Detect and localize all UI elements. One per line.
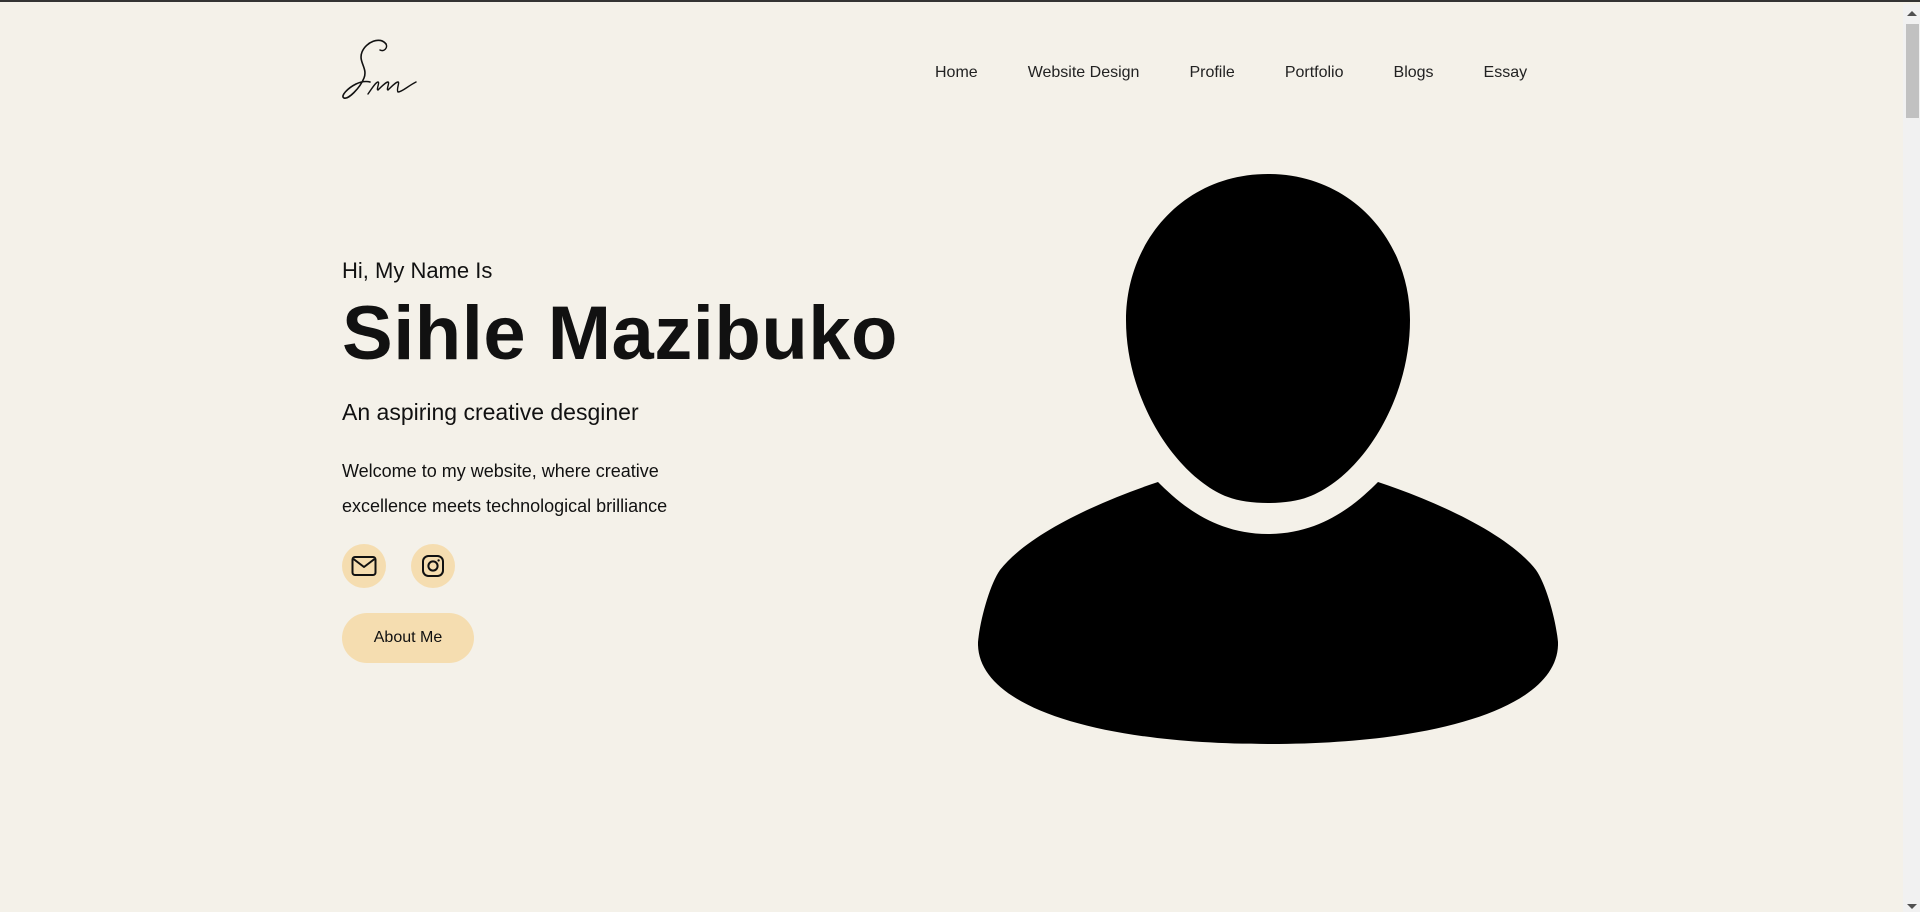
main-nav: Home Website Design Profile Portfolio Bl… [935,64,1527,82]
nav-portfolio[interactable]: Portfolio [1285,64,1344,82]
scroll-up-icon[interactable] [1907,11,1917,16]
nav-profile[interactable]: Profile [1189,64,1234,82]
nav-essay[interactable]: Essay [1484,64,1528,82]
page: Home Website Design Profile Portfolio Bl… [0,0,1920,912]
hero-name: Sihle Mazibuko [342,291,898,376]
nav-blogs[interactable]: Blogs [1394,64,1434,82]
scroll-down-icon[interactable] [1907,904,1917,909]
mail-icon [351,556,377,576]
instagram-icon [422,555,444,577]
instagram-button[interactable] [411,544,455,588]
social-links [342,544,962,588]
hero-section: Hi, My Name Is Sihle Mazibuko An aspirin… [342,258,962,663]
hero-tagline: An aspiring creative desginer [342,399,639,425]
logo[interactable] [340,38,420,106]
mail-button[interactable] [342,544,386,588]
about-me-button[interactable]: About Me [342,613,474,663]
hero-intro: Welcome to my website, where creative ex… [342,461,668,516]
nav-website-design[interactable]: Website Design [1028,64,1140,82]
avatar-silhouette-icon [978,174,1558,744]
nav-home[interactable]: Home [935,64,978,82]
vertical-scrollbar[interactable] [1903,4,1920,912]
greeting: Hi, My Name Is [342,258,493,283]
scroll-thumb[interactable] [1906,24,1919,118]
